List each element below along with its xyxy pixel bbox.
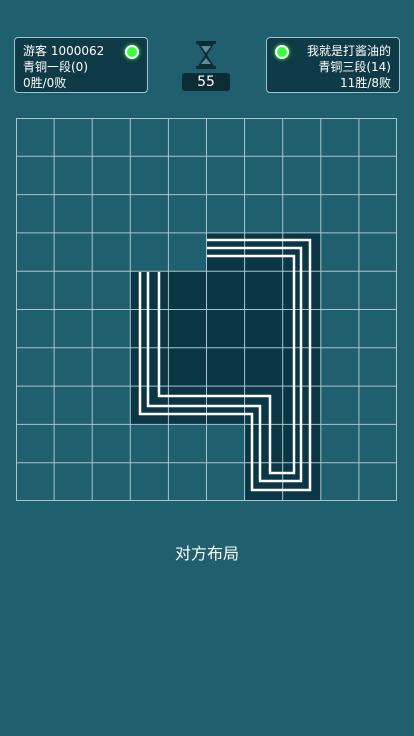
- board-cell-filled: [168, 347, 207, 387]
- player-card-self: 游客 1000062 青铜一段(0) 0胜/0败: [14, 37, 148, 93]
- player-rank: 青铜一段(0): [23, 60, 88, 74]
- player-name: 游客 1000062: [23, 44, 105, 58]
- board-cell-filled: [206, 271, 245, 310]
- board-cell-filled: [244, 271, 283, 310]
- timer-seconds: 55: [182, 73, 230, 91]
- board-caption: 对方布局: [174, 544, 239, 563]
- board-cell-filled: [130, 309, 169, 348]
- opponent-rank: 青铜三段(14): [318, 60, 391, 74]
- game-board[interactable]: [16, 118, 397, 501]
- board-cell-filled: [244, 309, 283, 348]
- opponent-record: 11胜/8败: [340, 76, 391, 90]
- online-status-icon: [275, 45, 289, 59]
- board-cell-filled: [130, 271, 169, 310]
- board-cell-filled: [206, 232, 245, 272]
- board-cell-filled: [244, 424, 283, 463]
- hourglass-icon: [196, 41, 216, 69]
- board-cell-filled: [130, 347, 169, 387]
- board-cell-filled: [206, 309, 245, 348]
- board-cell-filled: [244, 347, 283, 387]
- online-status-icon: [125, 45, 139, 59]
- board-cell-filled: [168, 309, 207, 348]
- board-cell-filled: [206, 347, 245, 387]
- opponent-name: 我就是打酱油的: [306, 44, 391, 58]
- player-card-opponent: 我就是打酱油的 青铜三段(14) 11胜/8败: [266, 37, 400, 93]
- board-cell-filled: [244, 232, 283, 272]
- turn-timer: 55: [182, 40, 230, 92]
- player-record: 0胜/0败: [23, 76, 67, 90]
- board-cell-filled: [168, 271, 207, 310]
